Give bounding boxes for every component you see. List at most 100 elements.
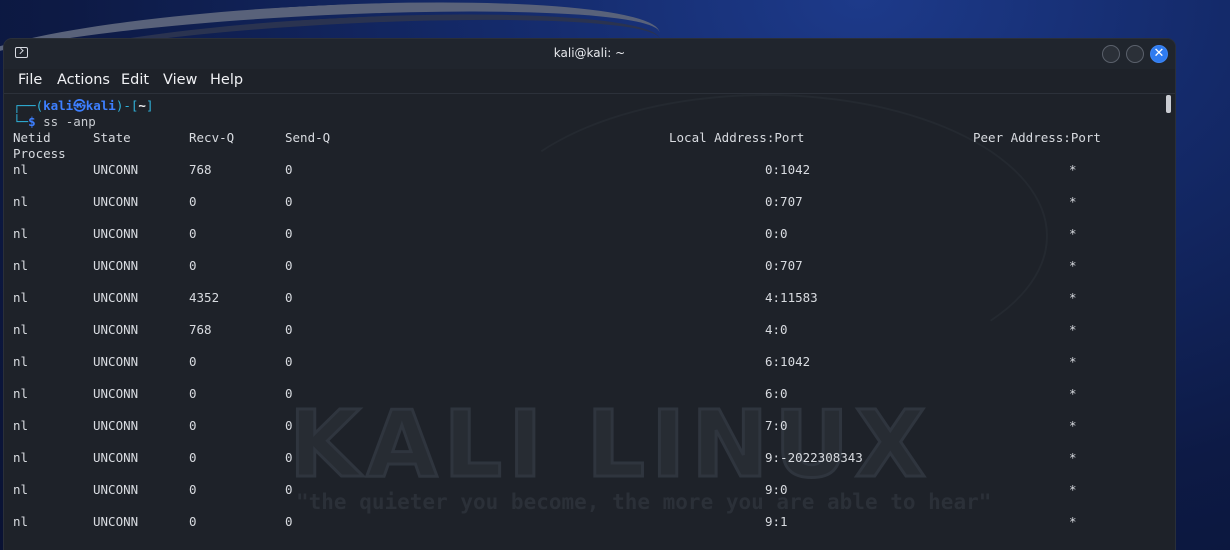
cell-recvq: 768 <box>189 162 212 177</box>
prompt-line: ┌──(kali㉿kali)-[~] <box>13 98 153 114</box>
prompt-directory: ~ <box>138 98 146 113</box>
cell-local: 0:707 <box>765 194 803 209</box>
cell-peer: * <box>1069 226 1077 241</box>
scrollbar[interactable] <box>1164 94 1175 550</box>
prompt-dollar: $ <box>28 114 36 129</box>
cell-local: 9:-2022308343 <box>765 450 863 465</box>
cell-recvq: 0 <box>189 194 197 209</box>
cell-state: UNCONN <box>93 322 139 337</box>
cell-netid: nl <box>13 450 29 465</box>
cell-netid: nl <box>13 258 29 273</box>
cell-recvq: 0 <box>189 514 197 529</box>
cell-recvq: 4352 <box>189 290 220 305</box>
cell-sendq: 0 <box>285 386 293 401</box>
cell-sendq: 0 <box>285 258 293 273</box>
cell-local: 4:11583 <box>765 290 818 305</box>
cell-peer: * <box>1069 194 1077 209</box>
command-text: ss -anp <box>43 114 96 129</box>
cell-state: UNCONN <box>93 226 139 241</box>
header-netid: Netid <box>13 130 51 145</box>
menu-help[interactable]: Help <box>210 72 243 88</box>
cell-sendq: 0 <box>285 354 293 369</box>
menu-file[interactable]: File <box>18 72 42 88</box>
cell-netid: nl <box>13 162 29 177</box>
cell-peer: * <box>1069 290 1077 305</box>
cell-peer: * <box>1069 162 1077 177</box>
cell-state: UNCONN <box>93 162 139 177</box>
cell-netid: nl <box>13 322 29 337</box>
cell-netid: nl <box>13 226 29 241</box>
cell-sendq: 0 <box>285 514 293 529</box>
cell-local: 0:0 <box>765 226 788 241</box>
cell-recvq: 0 <box>189 258 197 273</box>
cell-netid: nl <box>13 482 29 497</box>
cell-sendq: 0 <box>285 450 293 465</box>
cell-sendq: 0 <box>285 290 293 305</box>
cell-state: UNCONN <box>93 450 139 465</box>
cell-recvq: 0 <box>189 418 197 433</box>
terminal-output[interactable]: KALI LINUX "the quieter you become, the … <box>4 94 1164 550</box>
menu-view[interactable]: View <box>163 72 197 88</box>
close-icon: ✕ <box>1153 46 1165 61</box>
cell-netid: nl <box>13 290 29 305</box>
cell-recvq: 0 <box>189 226 197 241</box>
terminal-window: kali@kali: ~ ✕ File Actions Edit View He… <box>4 39 1175 550</box>
cell-netid: nl <box>13 418 29 433</box>
cell-recvq: 0 <box>189 386 197 401</box>
cell-local: 0:707 <box>765 258 803 273</box>
cell-peer: * <box>1069 322 1077 337</box>
cell-peer: * <box>1069 450 1077 465</box>
cell-sendq: 0 <box>285 482 293 497</box>
cell-peer: * <box>1069 482 1077 497</box>
header-local-address: Local Address:Port <box>669 130 805 145</box>
cell-netid: nl <box>13 386 29 401</box>
header-process: Process <box>13 146 66 161</box>
header-peer-address: Peer Address:Port <box>973 130 1101 145</box>
cell-local: 9:1 <box>765 514 788 529</box>
cell-state: UNCONN <box>93 514 139 529</box>
cell-peer: * <box>1069 258 1077 273</box>
cell-state: UNCONN <box>93 354 139 369</box>
menu-bar: File Actions Edit View Help <box>4 69 1175 94</box>
cell-state: UNCONN <box>93 386 139 401</box>
prompt-user-host: kali㉿kali <box>43 98 116 113</box>
cell-sendq: 0 <box>285 322 293 337</box>
cell-peer: * <box>1069 386 1077 401</box>
cell-state: UNCONN <box>93 290 139 305</box>
cell-recvq: 0 <box>189 482 197 497</box>
cell-sendq: 0 <box>285 194 293 209</box>
scrollbar-thumb[interactable] <box>1166 95 1171 113</box>
window-title: kali@kali: ~ <box>553 46 626 60</box>
minimize-button[interactable] <box>1102 45 1120 63</box>
close-button[interactable]: ✕ <box>1150 45 1168 63</box>
menu-edit[interactable]: Edit <box>121 72 149 88</box>
prompt-frame-mid: )-[ <box>115 98 139 113</box>
cell-netid: nl <box>13 194 29 209</box>
cell-recvq: 768 <box>189 322 212 337</box>
prompt-frame-open: ┌──( <box>13 98 44 113</box>
cell-state: UNCONN <box>93 482 139 497</box>
maximize-button[interactable] <box>1126 45 1144 63</box>
cell-local: 0:1042 <box>765 162 811 177</box>
header-state: State <box>93 130 131 145</box>
cell-sendq: 0 <box>285 226 293 241</box>
prompt-frame-close: ] <box>145 98 154 113</box>
cell-netid: nl <box>13 514 29 529</box>
cell-recvq: 0 <box>189 354 197 369</box>
cell-peer: * <box>1069 354 1077 369</box>
cell-local: 6:0 <box>765 386 788 401</box>
header-recvq: Recv-Q <box>189 130 235 145</box>
kali-linux-watermark: KALI LINUX <box>288 391 932 498</box>
menu-actions[interactable]: Actions <box>57 72 110 88</box>
cell-local: 4:0 <box>765 322 788 337</box>
header-sendq: Send-Q <box>285 130 331 145</box>
title-bar[interactable]: kali@kali: ~ ✕ <box>4 39 1175 69</box>
kali-slogan-watermark: "the quieter you become, the more you ar… <box>296 490 992 514</box>
cell-state: UNCONN <box>93 418 139 433</box>
cell-peer: * <box>1069 514 1077 529</box>
cell-netid: nl <box>13 354 29 369</box>
cell-peer: * <box>1069 418 1077 433</box>
cell-recvq: 0 <box>189 450 197 465</box>
cell-local: 7:0 <box>765 418 788 433</box>
command-line: └─$ ss -anp <box>13 114 96 130</box>
